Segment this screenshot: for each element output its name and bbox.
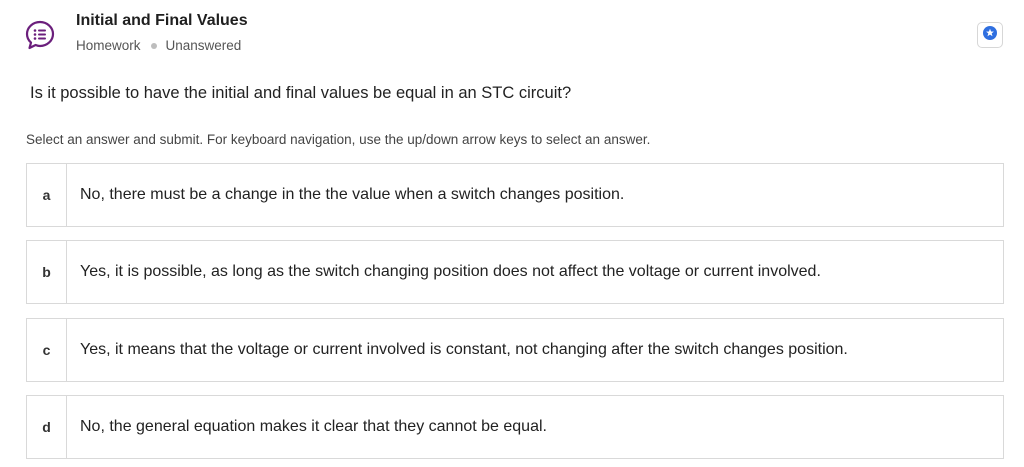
assignment-type: Homework [76, 38, 141, 53]
answer-letter: a [27, 164, 67, 226]
answer-text: Yes, it means that the voltage or curren… [80, 341, 848, 358]
question-header: Initial and Final Values Homework Unansw… [24, 10, 1004, 60]
star-badge-icon [983, 25, 997, 45]
instructions-text: Select an answer and submit. For keyboar… [26, 132, 651, 147]
answer-option-d[interactable]: d No, the general equation makes it clea… [26, 395, 1004, 459]
answer-letter: b [27, 241, 67, 303]
answer-option-a[interactable]: a No, there must be a change in the the … [26, 163, 1004, 227]
assignment-meta: Homework Unanswered [76, 38, 241, 53]
answer-letter: c [27, 319, 67, 381]
page-title: Initial and Final Values [76, 12, 248, 29]
answer-text: No, there must be a change in the the va… [80, 186, 625, 203]
answer-text: Yes, it is possible, as long as the swit… [80, 263, 821, 280]
separator-dot [150, 42, 157, 49]
question-text: Is it possible to have the initial and f… [30, 84, 572, 102]
answer-option-b[interactable]: b Yes, it is possible, as long as the sw… [26, 240, 1004, 304]
answer-text: No, the general equation makes it clear … [80, 418, 547, 435]
answer-letter: d [27, 396, 67, 458]
chat-list-icon [24, 19, 56, 51]
status-label: Unanswered [165, 38, 242, 53]
bookmark-button[interactable] [977, 22, 1003, 48]
answer-option-c[interactable]: c Yes, it means that the voltage or curr… [26, 318, 1004, 382]
